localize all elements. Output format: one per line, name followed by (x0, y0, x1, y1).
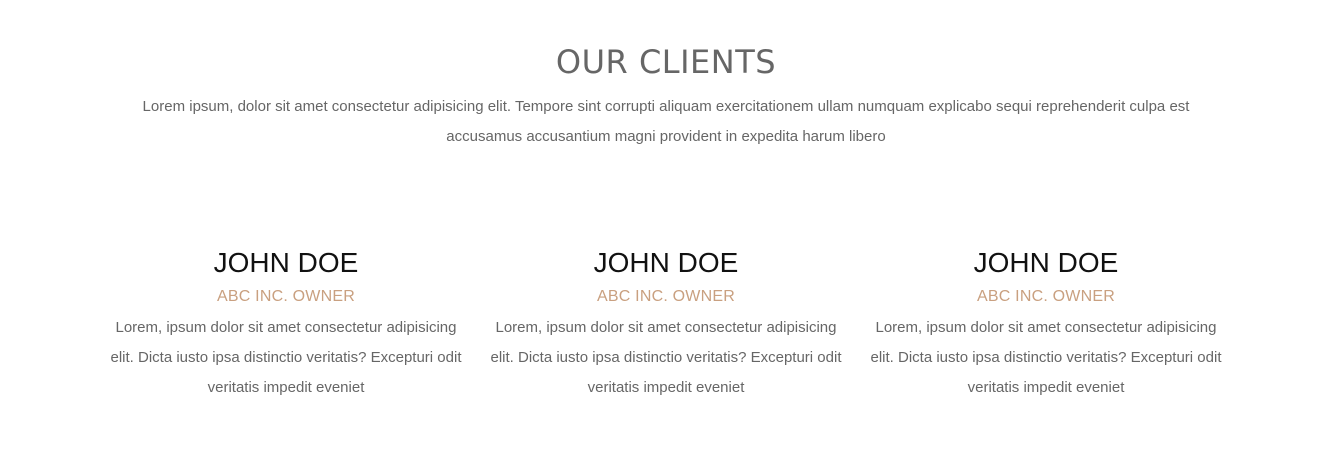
client-testimonial: Lorem, ipsum dolor sit amet consectetur … (110, 319, 462, 396)
client-name: JOHN DOE (593, 247, 739, 278)
client-card: JOHN DOE ABC INC. OWNER Lorem, ipsum dol… (476, 241, 856, 403)
client-name: JOHN DOE (213, 247, 359, 278)
client-card: JOHN DOE ABC INC. OWNER Lorem, ipsum dol… (96, 241, 476, 403)
client-role: ABC INC. OWNER (597, 288, 735, 305)
client-role: ABC INC. OWNER (217, 288, 355, 305)
client-card: JOHN DOE ABC INC. OWNER Lorem, ipsum dol… (856, 241, 1236, 403)
section-title: OUR CLIENTS (555, 43, 777, 81)
client-testimonial: Lorem, ipsum dolor sit amet consectetur … (870, 319, 1222, 396)
client-testimonial: Lorem, ipsum dolor sit amet consectetur … (490, 319, 842, 396)
client-name: JOHN DOE (973, 247, 1119, 278)
clients-section: OUR CLIENTS Lorem ipsum, dolor sit amet … (0, 0, 1332, 464)
clients-list: JOHN DOE ABC INC. OWNER Lorem, ipsum dol… (96, 241, 1236, 403)
section-intro: Lorem ipsum, dolor sit amet consectetur … (142, 98, 1190, 145)
client-role: ABC INC. OWNER (977, 288, 1115, 305)
